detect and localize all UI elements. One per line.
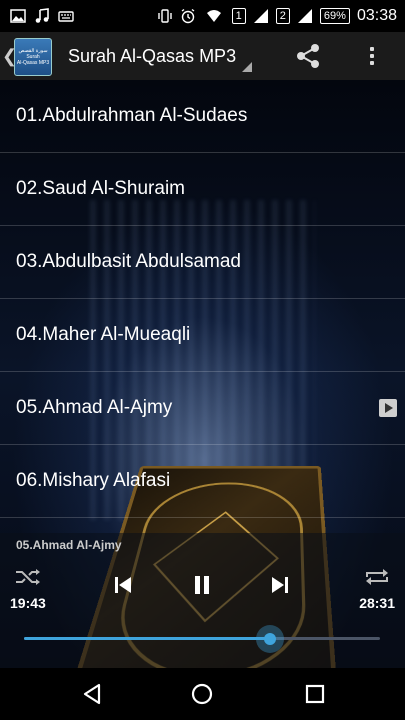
signal-icon xyxy=(297,9,312,23)
app-bar: ❮ سورة القصص Surah Al-Qasas MP3 Surah Al… xyxy=(0,32,405,80)
recent-apps-icon[interactable] xyxy=(303,682,327,706)
pause-icon[interactable] xyxy=(190,573,214,597)
previous-icon[interactable] xyxy=(111,573,135,597)
share-icon[interactable] xyxy=(292,40,324,72)
music-note-icon xyxy=(35,8,49,23)
repeat-icon[interactable] xyxy=(363,567,391,587)
sim1-badge: 1 xyxy=(231,8,246,24)
list-item-label: 05.Ahmad Al-Ajmy xyxy=(16,397,173,418)
list-item[interactable]: 05.Ahmad Al-Ajmy xyxy=(0,372,405,445)
seek-bar[interactable] xyxy=(24,625,380,653)
status-bar: 1 2 69% 03:38 xyxy=(0,0,405,32)
shuffle-icon[interactable] xyxy=(14,567,42,587)
total-duration: 28:31 xyxy=(359,595,395,611)
list-item[interactable]: 02.Saud Al-Shuraim xyxy=(0,153,405,226)
home-icon[interactable] xyxy=(190,682,214,706)
list-item-label: 06.Mishary Alafasi xyxy=(16,470,171,491)
list-item-label: 02.Saud Al-Shuraim xyxy=(16,178,185,199)
next-icon[interactable] xyxy=(268,573,292,597)
navigation-bar xyxy=(0,668,405,720)
page-title[interactable]: Surah Al-Qasas MP3 xyxy=(68,46,236,67)
back-icon[interactable] xyxy=(80,682,104,706)
list-item[interactable]: 01.Abdulrahman Al-Sudaes xyxy=(0,80,405,153)
player-panel: 05.Ahmad Al-Ajmy 19:43 28:31 xyxy=(0,533,405,668)
list-item[interactable]: 03.Abdulbasit Abdulsamad xyxy=(0,226,405,299)
app-logo[interactable]: سورة القصص Surah Al-Qasas MP3 xyxy=(14,38,52,76)
spinner-indicator-icon xyxy=(242,62,252,72)
elapsed-time: 19:43 xyxy=(10,595,46,611)
image-icon xyxy=(10,9,26,23)
app-logo-text-line3: Al-Qasas MP3 xyxy=(16,60,50,66)
list-item-label: 03.Abdulbasit Abdulsamad xyxy=(16,251,241,272)
list-item-label: 04.Maher Al-Mueaqli xyxy=(16,324,191,345)
overflow-menu-icon[interactable] xyxy=(360,40,384,72)
now-playing-icon xyxy=(379,399,397,417)
sim2-badge: 2 xyxy=(275,8,290,24)
clock: 03:38 xyxy=(356,7,397,24)
alarm-icon xyxy=(181,8,195,24)
vibrate-icon xyxy=(157,9,172,23)
battery-icon: 69% xyxy=(319,8,350,24)
keyboard-icon xyxy=(58,11,74,22)
list-item[interactable]: 04.Maher Al-Mueaqli xyxy=(0,299,405,372)
list-item[interactable]: 06.Mishary Alafasi xyxy=(0,445,405,518)
now-playing-title: 05.Ahmad Al-Ajmy xyxy=(16,538,122,552)
seek-bar-thumb[interactable] xyxy=(255,625,284,653)
signal-icon xyxy=(253,9,268,23)
reciter-list: 01.Abdulrahman Al-Sudaes 02.Saud Al-Shur… xyxy=(0,80,405,518)
wifi-icon xyxy=(206,10,221,22)
seek-bar-progress xyxy=(24,637,270,640)
list-item-label: 01.Abdulrahman Al-Sudaes xyxy=(16,105,248,126)
